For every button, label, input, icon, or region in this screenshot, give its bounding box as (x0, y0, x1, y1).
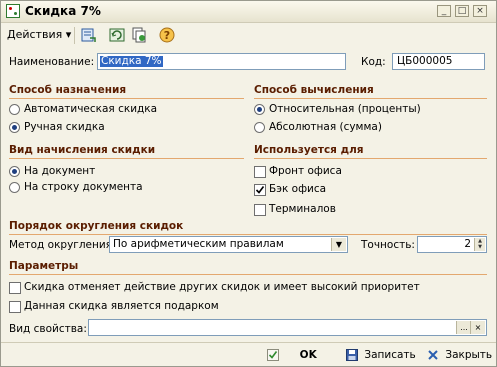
rounding-method-select[interactable]: По арифметическим правилам ▼ (109, 236, 348, 253)
copy-icon[interactable] (130, 26, 148, 44)
checkbox-is-gift[interactable] (9, 301, 21, 313)
radio-on-document-line[interactable] (9, 182, 20, 193)
radio-absolute-sum[interactable] (254, 122, 265, 133)
code-field[interactable]: ЦБ000005 (392, 53, 485, 70)
precision-label: Точность: (361, 239, 415, 251)
checkbox-terminals[interactable] (254, 204, 266, 216)
stepper-buttons[interactable]: ▲ ▼ (474, 238, 485, 251)
precision-stepper[interactable]: 2 ▲ ▼ (417, 236, 487, 253)
ok-label: OK (299, 349, 317, 361)
title-bar: Скидка 7% _ □ × (1, 1, 496, 23)
app-icon (6, 4, 20, 18)
actions-menu-label: Действия (7, 28, 63, 41)
close-x-icon (427, 349, 439, 361)
name-value: Скидка 7% (100, 55, 163, 67)
minimize-button[interactable]: _ (437, 5, 451, 17)
window-title: Скидка 7% (25, 4, 101, 18)
maximize-button[interactable]: □ (455, 5, 469, 17)
dropdown-arrow-icon[interactable]: ▼ (331, 238, 346, 251)
params-section-rule (9, 274, 487, 275)
rounding-section-rule (9, 234, 487, 235)
close-button[interactable]: × (473, 5, 487, 17)
property-kind-label: Вид свойства: (9, 323, 87, 335)
used-for-section-title: Используется для (254, 144, 364, 156)
relative-percent-label: Относительная (проценты) (269, 103, 421, 115)
floppy-disk-icon (346, 349, 358, 361)
calculation-section-title: Способ вычисления (254, 84, 374, 96)
rounding-method-value: По арифметическим правилам (113, 238, 284, 250)
overrides-other-discounts-label: Скидка отменяет действие других скидок и… (24, 281, 420, 293)
used-for-section-rule (254, 158, 487, 159)
chevron-down-icon: ▾ (65, 28, 72, 41)
footer-bar: OK Записать Закрыть (1, 342, 496, 367)
property-kind-field[interactable]: ... × (88, 319, 487, 336)
on-document-line-label: На строку документа (24, 181, 143, 193)
name-field[interactable]: Скидка 7% (97, 53, 346, 70)
radio-manual-discount[interactable] (9, 122, 20, 133)
clear-icon[interactable]: × (470, 321, 485, 334)
refresh-icon[interactable] (108, 26, 126, 44)
save-label: Записать (364, 349, 416, 361)
on-document-label: На документ (24, 165, 96, 177)
back-office-label: Бэк офиса (269, 183, 327, 195)
select-ellipsis-button[interactable]: ... (456, 321, 471, 334)
radio-auto-discount[interactable] (9, 104, 20, 115)
close-label: Закрыть (445, 349, 493, 361)
save-button[interactable]: Записать (346, 348, 416, 363)
radio-relative-percent[interactable] (254, 104, 265, 115)
help-glyph: ? (164, 29, 170, 42)
checkbox-front-office[interactable] (254, 166, 266, 178)
params-section-title: Параметры (9, 260, 79, 272)
rounding-section-title: Порядок округления скидок (9, 220, 184, 232)
checkmark-icon (255, 186, 265, 194)
rounding-method-label: Метод округления: (9, 239, 116, 251)
discount-window: Скидка 7% _ □ × Действия ▾ ? Наименовани… (0, 0, 497, 367)
calculation-section-rule (254, 98, 487, 99)
code-label: Код: (361, 56, 386, 68)
accrual-section-title: Вид начисления скидки (9, 144, 156, 156)
name-label: Наименование: (9, 56, 95, 68)
assignment-section-rule (9, 98, 244, 99)
actions-menu-button[interactable]: Действия ▾ (7, 27, 71, 43)
assignment-section-title: Способ назначения (9, 84, 127, 96)
front-office-label: Фронт офиса (269, 165, 342, 177)
help-icon[interactable]: ? (158, 26, 176, 44)
auto-discount-label: Автоматическая скидка (24, 103, 158, 115)
save-to-list-icon[interactable] (80, 26, 98, 44)
precision-value: 2 (464, 238, 471, 250)
is-gift-label: Данная скидка является подарком (24, 300, 219, 312)
radio-on-document[interactable] (9, 166, 20, 177)
toolbar-separator (74, 27, 75, 44)
close-form-button[interactable]: Закрыть (427, 348, 492, 363)
terminals-label: Терминалов (269, 203, 336, 215)
checkbox-overrides-other-discounts[interactable] (9, 282, 21, 294)
ok-button[interactable]: OK (267, 348, 317, 363)
accrual-section-rule (9, 158, 244, 159)
checkbox-back-office[interactable] (254, 184, 266, 196)
absolute-sum-label: Абсолютная (сумма) (269, 121, 382, 133)
ok-icon (267, 349, 279, 361)
manual-discount-label: Ручная скидка (24, 121, 105, 133)
toolbar: Действия ▾ ? (1, 23, 496, 48)
